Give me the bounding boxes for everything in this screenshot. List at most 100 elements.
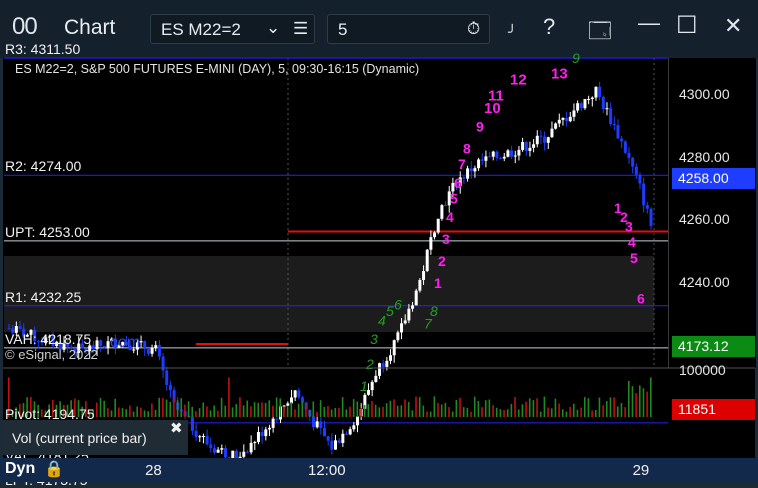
candle-body [543, 136, 547, 143]
level-label: VAH: 4218.75 [5, 330, 92, 347]
volume-bar [132, 411, 135, 417]
volume-bar [605, 401, 608, 417]
candle-body [631, 157, 635, 167]
candle-body [598, 86, 602, 97]
volume-bar [191, 406, 194, 417]
volume-bar [184, 404, 186, 417]
dyn-label[interactable]: Dyn [5, 460, 35, 478]
candle-body [535, 135, 539, 145]
volume-bar [220, 397, 223, 417]
volume-bar [492, 404, 494, 417]
candle-body [212, 448, 216, 453]
volume-bar [272, 405, 274, 417]
volume-bar [162, 398, 164, 417]
price-tick-label: 4260.00 [679, 211, 730, 227]
volume-bar [345, 409, 348, 417]
volume-bar [158, 397, 161, 417]
candle-body [392, 340, 396, 356]
td-count-up: 6 [454, 175, 462, 191]
candle-body [499, 158, 503, 160]
candle-body [330, 440, 334, 450]
volume-bar [499, 409, 502, 417]
candle-body [649, 208, 653, 226]
candle-body [469, 168, 473, 172]
volume-bar [114, 398, 116, 417]
volume-bar [565, 411, 568, 417]
td-setup-count: 3 [370, 331, 378, 347]
candle-body [275, 418, 279, 420]
volume-bar [363, 405, 366, 417]
td-setup-count: 6 [394, 297, 402, 313]
volume-bar [103, 400, 105, 417]
candle-body [143, 341, 147, 350]
volume-bar [316, 411, 318, 417]
copyright-label: © eSignal, 2022 [5, 347, 98, 362]
volume-bar [275, 397, 278, 417]
candle-body [627, 152, 631, 158]
candle-body [590, 97, 594, 99]
volume-bar [279, 398, 282, 417]
candle-body [293, 390, 297, 398]
candle-body [165, 370, 169, 386]
volume-bar [173, 396, 175, 417]
candle-body [491, 151, 495, 157]
candle-body [337, 440, 341, 443]
volume-bar [532, 400, 535, 417]
candle-body [510, 150, 514, 157]
candle-body [440, 205, 444, 219]
candle-body [506, 150, 510, 157]
candle-body [583, 99, 587, 109]
td-count-down: 6 [637, 290, 645, 306]
candle-body [396, 332, 400, 341]
volume-bar [462, 407, 465, 417]
candle-body [209, 444, 213, 449]
legend-close-icon[interactable]: ✖ [170, 419, 183, 437]
td-count-down: 3 [625, 219, 633, 235]
candle-body [539, 135, 543, 137]
td-setup-count: 5 [386, 303, 394, 319]
volume-bar [110, 410, 113, 417]
candle-body [205, 436, 209, 445]
volume-bar [143, 410, 146, 417]
volume-bar [517, 409, 520, 417]
volume-bar [323, 406, 326, 417]
time-axis-label: 12:00 [308, 462, 346, 479]
volume-bar [642, 388, 645, 417]
lock-icon[interactable]: 🔒 [44, 459, 64, 479]
candle-body [7, 328, 11, 330]
volume-bar [587, 398, 590, 417]
volume-bar [198, 408, 201, 417]
candle-body [264, 429, 268, 437]
volume-bar [239, 397, 241, 417]
volume-bar [580, 407, 582, 417]
candle-body [477, 159, 481, 169]
volume-bar [411, 410, 414, 417]
candle-body [576, 103, 580, 111]
volume-bar [404, 399, 406, 417]
candle-body [245, 451, 249, 453]
td-count-up: 13 [551, 65, 568, 82]
candle-body [370, 381, 374, 391]
td-count-up: 5 [450, 190, 458, 206]
volume-bar [481, 407, 483, 417]
candle-body [565, 117, 569, 122]
candle-body [190, 416, 194, 431]
candle-body [433, 232, 437, 238]
volume-bars [8, 377, 652, 417]
candle-body [414, 290, 418, 306]
candle-body [462, 177, 466, 179]
volume-bar [448, 407, 450, 417]
volume-bar [268, 400, 271, 417]
volume-bar [301, 401, 304, 417]
price-tick-label: 4300.00 [679, 86, 730, 102]
candle-body [634, 166, 638, 175]
volume-axis-label: 100000 [679, 362, 726, 378]
candle-body [513, 155, 517, 157]
level-label: R2: 4274.00 [5, 158, 82, 175]
candle-body [260, 432, 264, 437]
volume-bar [616, 406, 619, 417]
volume-bar [231, 407, 234, 417]
candle-body [620, 138, 624, 142]
candle-body [322, 427, 326, 437]
volume-bar [385, 403, 388, 417]
